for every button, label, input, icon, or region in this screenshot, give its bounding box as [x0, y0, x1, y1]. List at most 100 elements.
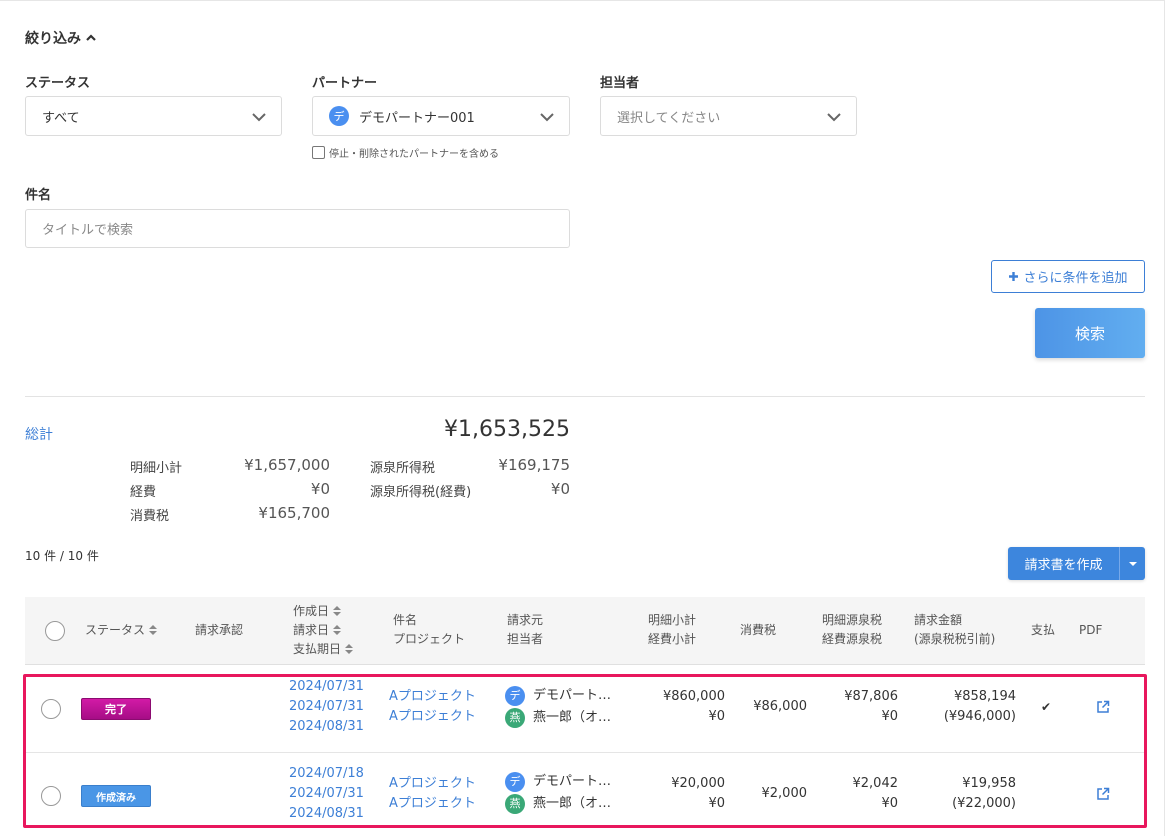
subject-label: 件名: [25, 188, 52, 203]
sort-icon: [345, 644, 354, 654]
client-name: デモパート…: [533, 774, 612, 789]
total-label: 総計: [25, 427, 53, 443]
header-expense-withholding-label: 経費源泉税: [822, 632, 883, 646]
external-link-icon[interactable]: [1096, 787, 1110, 801]
billed-date: 2024/07/31: [289, 786, 364, 801]
row-subtotals: ¥860,000 ¥0: [625, 687, 725, 727]
assignee-label: 担当者: [600, 76, 640, 91]
filter-toggle[interactable]: 絞り込み: [25, 28, 97, 48]
row-dates[interactable]: 2024/07/18 2024/07/31 2024/08/31: [289, 764, 364, 824]
header-subtotals: 明細小計 経費小計: [648, 611, 696, 649]
header-status[interactable]: ステータス: [85, 621, 158, 640]
amount: ¥19,958: [962, 776, 1016, 791]
header-status-label: ステータス: [85, 623, 146, 637]
row-client: デデモパート… 燕燕一郎（オ…: [505, 771, 611, 815]
row-select-radio[interactable]: [41, 699, 61, 719]
expense-withholding: ¥0: [881, 709, 898, 724]
client: デデモパート…: [505, 771, 611, 793]
divider: [25, 396, 1145, 397]
filter-title: 絞り込み: [25, 31, 81, 47]
withholding-value: ¥169,175: [498, 456, 570, 474]
header-due-label: 支払期日: [293, 642, 342, 656]
partner-select-value: デモパートナー001: [359, 110, 475, 126]
status-select-value: すべて: [42, 110, 80, 126]
header-approval: 請求承認: [195, 623, 244, 637]
select-all-radio[interactable]: [45, 621, 65, 641]
owner: 燕燕一郎（オ…: [505, 707, 611, 729]
item-subtotal: ¥20,000: [671, 776, 725, 791]
row-select-radio[interactable]: [41, 786, 61, 806]
status-select[interactable]: すべて: [25, 96, 282, 136]
status-badge: 完了: [81, 698, 151, 720]
amount-pretax: (¥22,000): [952, 796, 1016, 811]
header-withholding: 明細源泉税 経費源泉税: [822, 611, 882, 649]
row-subject[interactable]: Aプロジェクト Aプロジェクト: [389, 687, 476, 727]
header-owner-label: 担当者: [507, 632, 544, 646]
row-tax: ¥86,000: [753, 699, 807, 714]
row-withholding: ¥87,806 ¥0: [798, 687, 898, 727]
amount-pretax: (¥946,000): [943, 709, 1016, 724]
header-dates[interactable]: 作成日 請求日 支払期日: [293, 602, 354, 659]
header-item-withholding-label: 明細源泉税: [822, 613, 883, 627]
include-inactive-label: 停止・削除されたパートナーを含める: [329, 149, 499, 160]
owner-name: 燕一郎（オ…: [533, 710, 612, 725]
expense-withholding: ¥0: [881, 796, 898, 811]
subtotal-value: ¥1,657,000: [244, 456, 330, 474]
sort-icon: [149, 625, 158, 635]
chevron-up-icon: [86, 34, 96, 41]
assignee-select[interactable]: 選択してください: [600, 96, 857, 136]
create-invoice-label[interactable]: 請求書を作成: [1008, 547, 1120, 580]
subject-link[interactable]: Aプロジェクト: [389, 774, 476, 794]
create-invoice-button[interactable]: 請求書を作成: [1008, 547, 1145, 580]
row-dates[interactable]: 2024/07/31 2024/07/31 2024/08/31: [289, 677, 364, 737]
subject-search-input[interactable]: タイトルで検索: [25, 209, 570, 248]
withholding-label: 源泉所得税: [370, 461, 436, 476]
search-button-label: 検索: [1074, 324, 1105, 343]
include-inactive-checkbox[interactable]: [312, 146, 325, 159]
row-amount: ¥858,194 (¥946,000): [900, 687, 1016, 727]
external-link-icon[interactable]: [1096, 700, 1110, 714]
table-header: ステータス 請求承認 作成日 請求日 支払期日 件名 プロジェクト 請求元 担当…: [25, 597, 1145, 665]
create-invoice-dropdown[interactable]: [1120, 561, 1145, 567]
owner-name: 燕一郎（オ…: [533, 796, 612, 811]
withholding-expense-value: ¥0: [550, 480, 570, 498]
include-inactive-partners[interactable]: 停止・削除されたパートナーを含める: [312, 145, 499, 160]
created-date: 2024/07/31: [289, 679, 364, 694]
tax-value: ¥165,700: [258, 504, 330, 522]
add-condition-label: さらに条件を追加: [1023, 271, 1128, 286]
item-withholding: ¥2,042: [852, 776, 899, 791]
header-project-label: プロジェクト: [393, 632, 466, 646]
client-avatar: デ: [505, 772, 525, 792]
caret-down-icon: [1128, 561, 1137, 566]
header-pdf: PDF: [1079, 623, 1103, 637]
row-subject[interactable]: Aプロジェクト Aプロジェクト: [389, 774, 476, 814]
expense-value: ¥0: [310, 480, 330, 498]
created-date: 2024/07/18: [289, 766, 364, 781]
header-subject: 件名 プロジェクト: [393, 611, 465, 649]
sort-icon: [333, 606, 342, 616]
plus-icon: [1009, 272, 1019, 281]
header-client: 請求元 担当者: [507, 611, 543, 649]
project-link[interactable]: Aプロジェクト: [389, 707, 476, 727]
project-link[interactable]: Aプロジェクト: [389, 794, 476, 814]
amount: ¥858,194: [953, 689, 1016, 704]
partner-avatar: デ: [329, 106, 349, 126]
expense-subtotal: ¥0: [708, 709, 725, 724]
row-subtotals: ¥20,000 ¥0: [625, 774, 725, 814]
tax-label: 消費税: [130, 509, 170, 524]
add-condition-button[interactable]: さらに条件を追加: [991, 260, 1145, 293]
partner-select[interactable]: デ デモパートナー001: [312, 96, 570, 136]
header-paid: 支払: [1031, 623, 1056, 637]
status-label: ステータス: [25, 76, 91, 91]
owner: 燕燕一郎（オ…: [505, 793, 611, 815]
search-button[interactable]: 検索: [1035, 308, 1145, 358]
due-date: 2024/08/31: [289, 806, 364, 821]
subject-link[interactable]: Aプロジェクト: [389, 687, 476, 707]
chevron-down-icon: [252, 113, 266, 122]
expense-subtotal: ¥0: [708, 796, 725, 811]
client: デデモパート…: [505, 685, 611, 707]
total-value: ¥1,653,525: [444, 417, 570, 442]
assignee-placeholder: 選択してください: [617, 110, 721, 126]
item-withholding: ¥87,806: [844, 689, 898, 704]
expense-label: 経費: [130, 485, 157, 500]
